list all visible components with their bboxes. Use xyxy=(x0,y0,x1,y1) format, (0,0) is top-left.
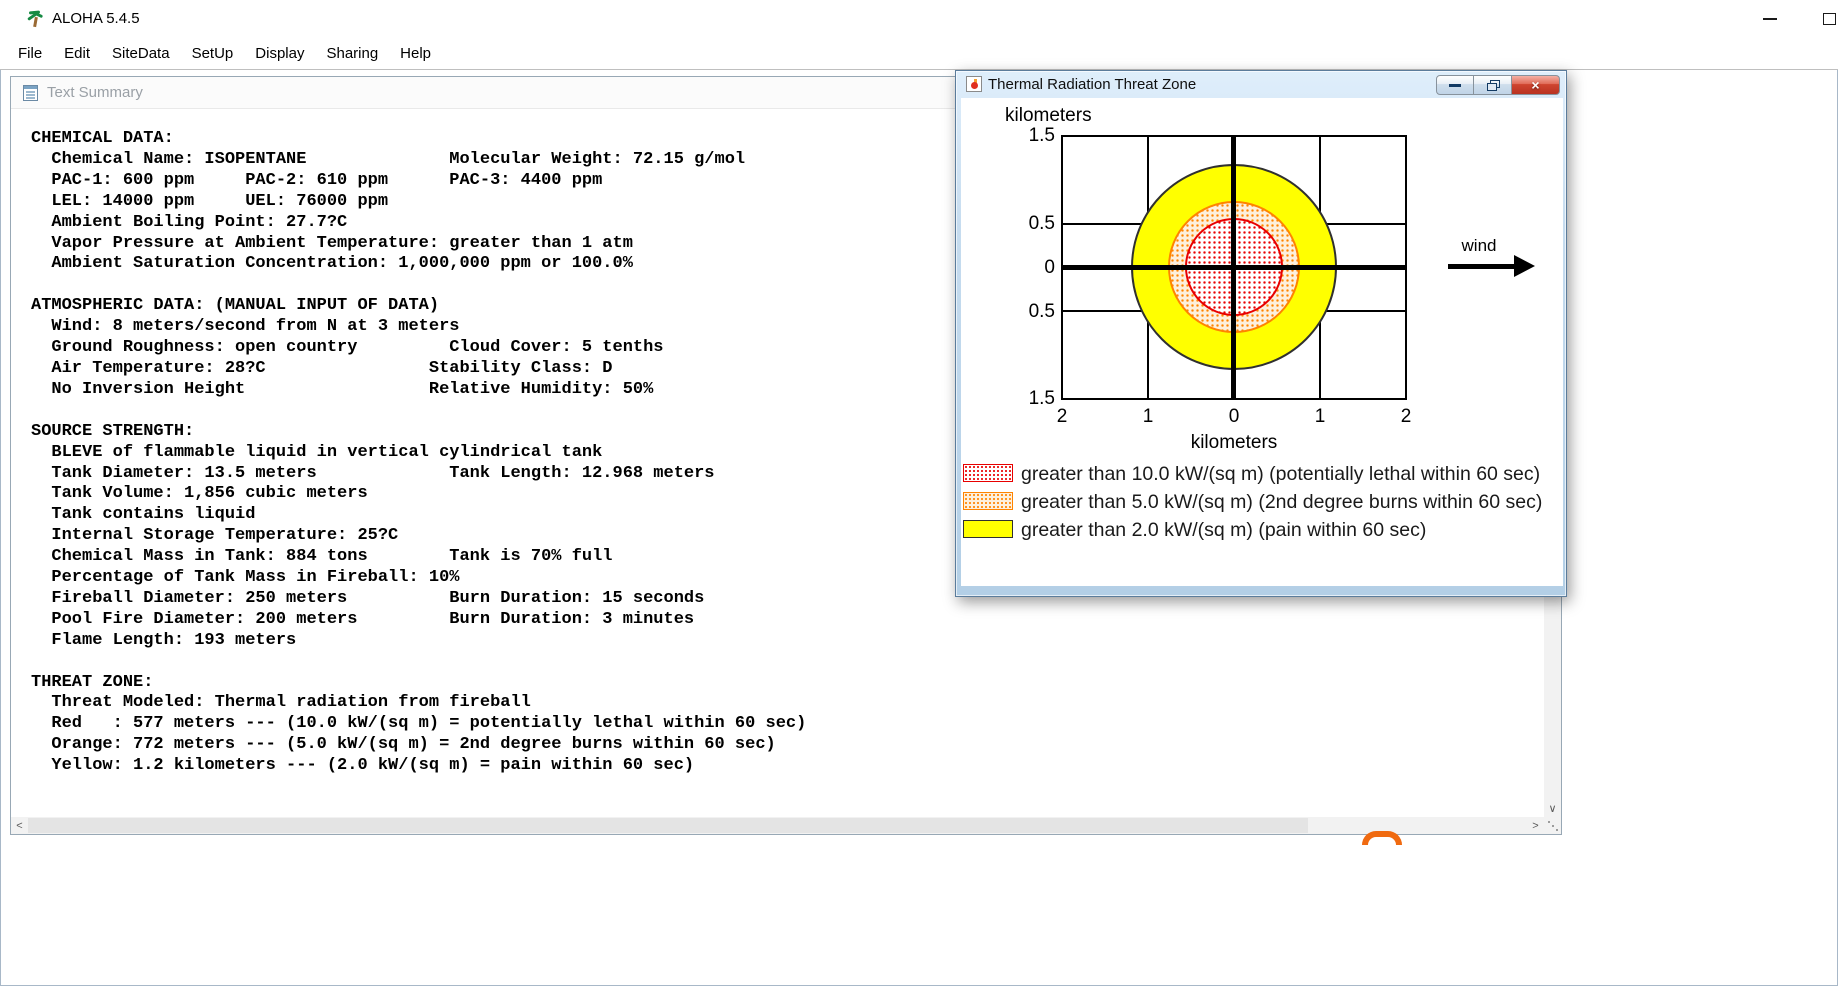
maximize-icon xyxy=(1822,13,1836,25)
legend-label: greater than 5.0 kW/(sq m) (2nd degree b… xyxy=(1021,491,1543,513)
legend-item-red: greater than 10.0 kW/(sq m) (potentially… xyxy=(961,463,1563,485)
x-axis-unit-label: kilometers xyxy=(1190,432,1278,453)
threat-zone-icon xyxy=(966,76,982,92)
minimize-icon xyxy=(1449,83,1461,87)
horizontal-scrollbar-thumb[interactable] xyxy=(28,818,1308,833)
threat-zone-window: Thermal Radiation Threat Zone × kilomete… xyxy=(955,70,1567,597)
window-restore-button[interactable] xyxy=(1474,75,1512,95)
legend-swatch-yellow xyxy=(963,520,1013,538)
wind-arrow-head-icon xyxy=(1514,255,1535,277)
aloha-app-window: ALOHA 5.4.5 File Edit SiteData SetUp Dis… xyxy=(0,0,1838,986)
y-axis-line xyxy=(1231,137,1236,398)
threat-zone-content: kilometers 1.5 0.5 0 0.5 1.5 2 1 0 1 2 k… xyxy=(961,98,1563,586)
x-tick-label: 2 xyxy=(1400,406,1412,427)
scroll-down-icon[interactable]: ∨ xyxy=(1544,800,1561,817)
menu-item-sharing[interactable]: Sharing xyxy=(315,40,389,67)
y-axis-unit-label: kilometers xyxy=(1005,105,1092,126)
close-icon: × xyxy=(1531,77,1540,93)
x-tick-label: 2 xyxy=(1056,406,1068,427)
x-tick-label: 1 xyxy=(1142,406,1154,427)
y-tick-label: 0.5 xyxy=(1028,301,1055,322)
palm-trunk xyxy=(33,16,38,28)
menu-bar: File Edit SiteData SetUp Display Sharing… xyxy=(0,38,1838,70)
text-summary-text: CHEMICAL DATA: Chemical Name: ISOPENTANE… xyxy=(31,129,807,776)
resize-grip[interactable] xyxy=(1548,821,1550,823)
legend-swatch-red xyxy=(963,464,1013,482)
text-summary-title: Text Summary xyxy=(47,84,143,101)
threat-zone-title: Thermal Radiation Threat Zone xyxy=(988,76,1197,93)
legend-item-yellow: greater than 2.0 kW/(sq m) (pain within … xyxy=(961,519,1563,541)
wind-arrow-icon xyxy=(1448,264,1514,269)
app-titlebar[interactable]: ALOHA 5.4.5 xyxy=(0,0,1838,38)
app-minimize-button[interactable] xyxy=(1747,0,1793,38)
y-tick-label: 0.5 xyxy=(1028,213,1055,234)
menu-item-display[interactable]: Display xyxy=(244,40,315,67)
window-controls: × xyxy=(1436,75,1560,95)
restore-icon xyxy=(1486,80,1500,91)
scrollbar-corner xyxy=(1544,817,1561,834)
threat-zone-plot xyxy=(1061,135,1407,400)
background-window-fragment xyxy=(1362,831,1402,845)
scroll-right-icon[interactable]: > xyxy=(1527,817,1544,834)
app-maximize-button[interactable] xyxy=(1806,0,1838,38)
menu-item-edit[interactable]: Edit xyxy=(53,40,101,67)
menu-item-setup[interactable]: SetUp xyxy=(181,40,245,67)
aloha-logo-icon xyxy=(26,10,44,28)
legend-label: greater than 2.0 kW/(sq m) (pain within … xyxy=(1021,519,1427,541)
wind-label: wind xyxy=(1461,236,1497,255)
threat-zone-titlebar[interactable]: Thermal Radiation Threat Zone × xyxy=(956,71,1566,98)
legend-item-orange: greater than 5.0 kW/(sq m) (2nd degree b… xyxy=(961,491,1563,513)
menu-item-help[interactable]: Help xyxy=(389,40,442,67)
fireball-dot-icon xyxy=(971,82,978,89)
y-tick-label: 0 xyxy=(1044,257,1055,278)
window-close-button[interactable]: × xyxy=(1512,75,1560,95)
legend-swatch-orange xyxy=(963,492,1013,510)
horizontal-scrollbar[interactable]: < > xyxy=(11,817,1544,834)
app-title: ALOHA 5.4.5 xyxy=(52,10,140,27)
document-icon xyxy=(23,85,38,101)
menu-item-file[interactable]: File xyxy=(7,40,53,67)
x-tick-label: 1 xyxy=(1314,406,1326,427)
minimize-icon xyxy=(1763,18,1777,20)
menu-item-sitedata[interactable]: SiteData xyxy=(101,40,181,67)
x-tick-label: 0 xyxy=(1228,406,1240,427)
y-tick-label: 1.5 xyxy=(1028,125,1055,146)
legend-label: greater than 10.0 kW/(sq m) (potentially… xyxy=(1021,463,1541,485)
scroll-left-icon[interactable]: < xyxy=(11,817,28,834)
window-minimize-button[interactable] xyxy=(1436,75,1474,95)
